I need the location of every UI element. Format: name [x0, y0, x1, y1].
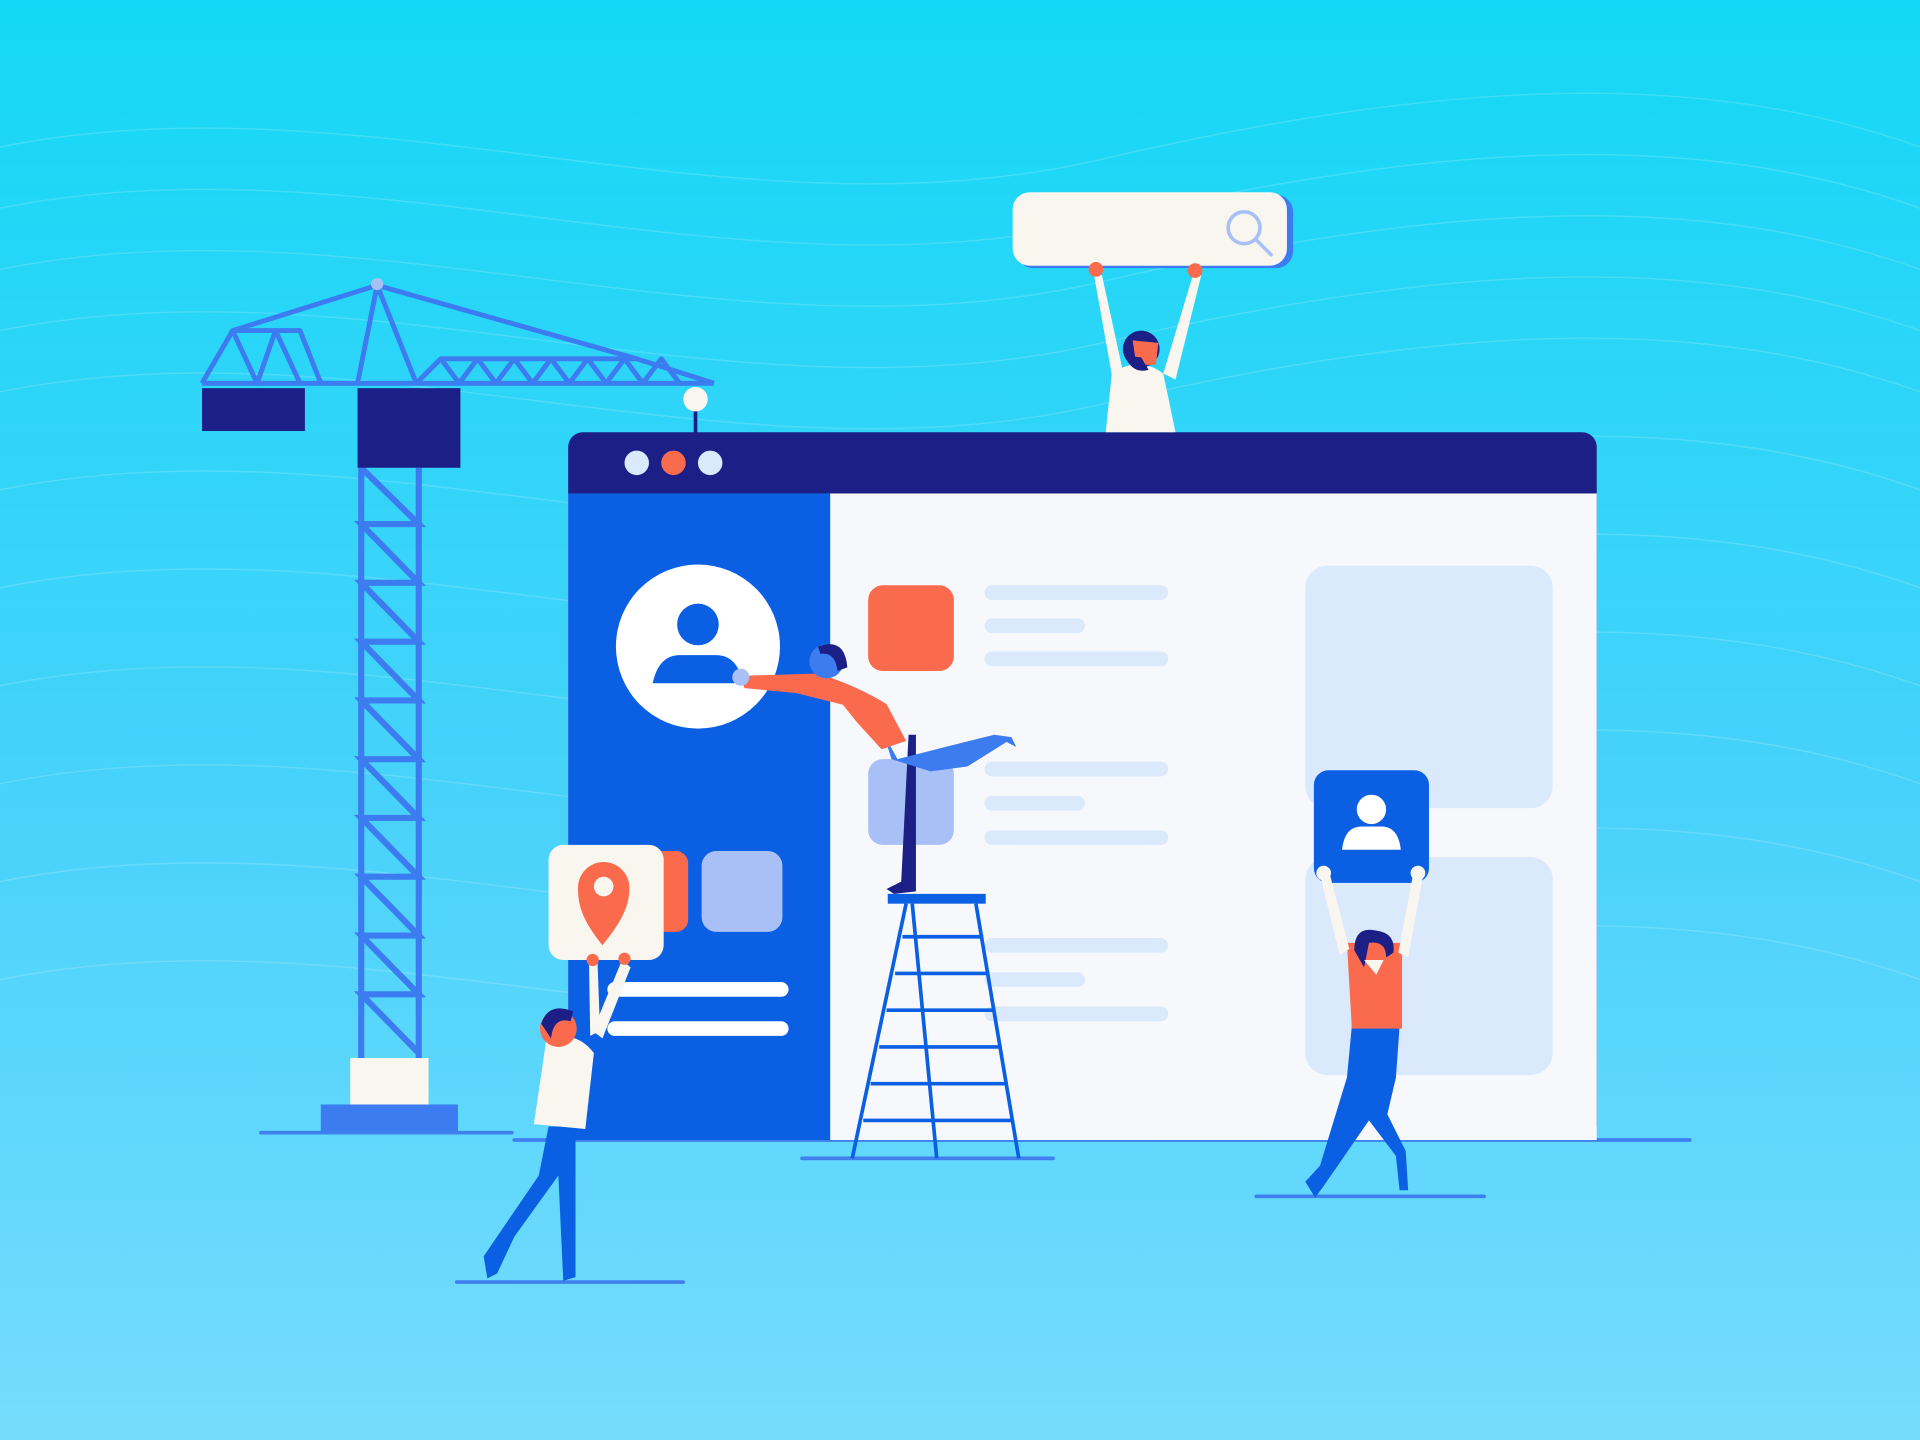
- window-dot: [697, 450, 723, 476]
- window-controls: [624, 450, 723, 476]
- search-bar: [1012, 192, 1294, 269]
- user-card: [1313, 770, 1429, 883]
- user-icon-body: [652, 655, 744, 684]
- window-dot: [624, 450, 649, 476]
- sidebar-line: [607, 1021, 789, 1036]
- user-icon: [677, 603, 719, 646]
- sidebar-square-pale: [701, 851, 783, 932]
- browser-window: [568, 432, 1597, 1141]
- window-dot: [661, 450, 686, 476]
- map-pin-card: [548, 844, 664, 960]
- side-card: [1305, 857, 1553, 1076]
- web-construction-illustration: [0, 0, 1920, 1440]
- user-card-icon: [1356, 794, 1387, 825]
- content-thumb-coral: [868, 585, 954, 672]
- sidebar-line: [607, 982, 789, 997]
- avatar-badge: [615, 564, 780, 729]
